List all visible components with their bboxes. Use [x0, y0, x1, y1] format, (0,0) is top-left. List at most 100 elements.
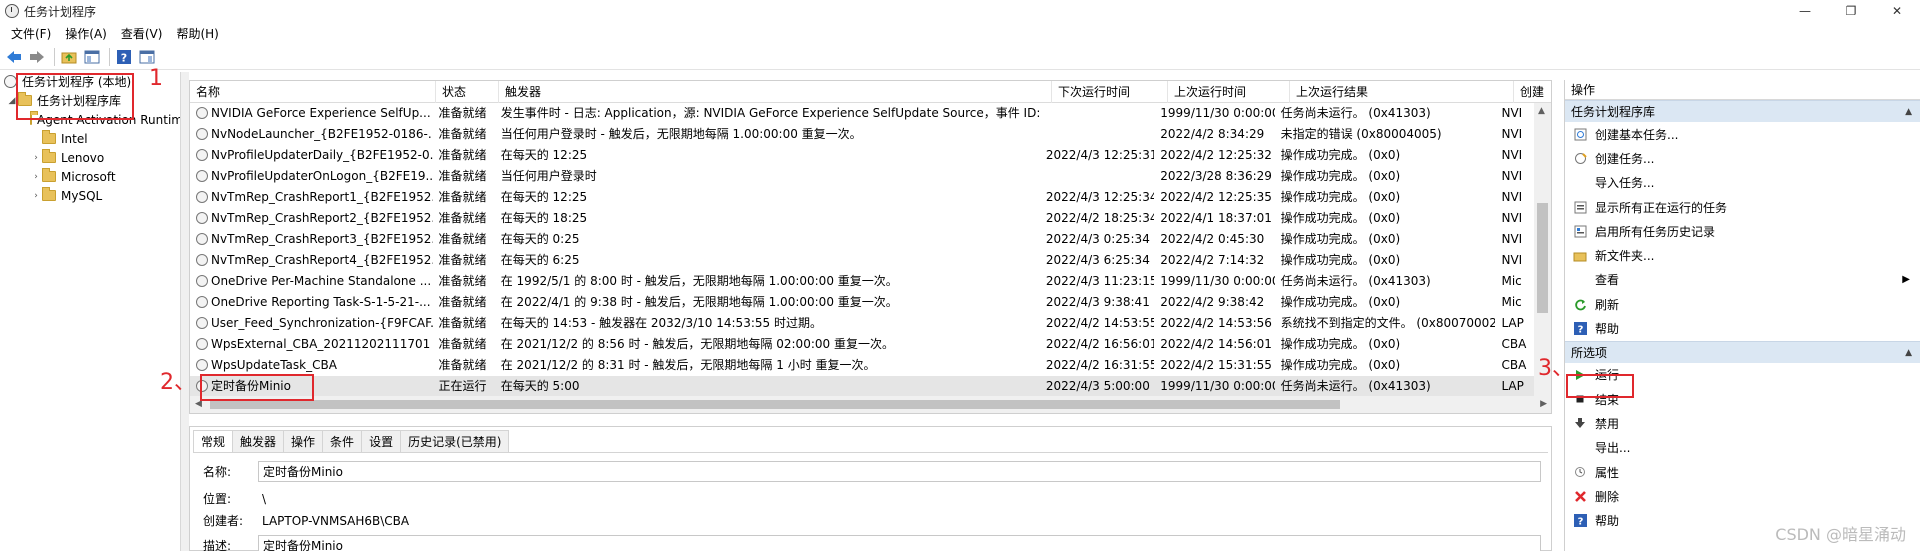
action-help[interactable]: ? 帮助: [1565, 316, 1920, 340]
chevron-right-icon[interactable]: ›: [30, 191, 42, 201]
cell-trigger: 在每天的 6:25: [500, 253, 580, 267]
table-row[interactable]: NvTmRep_CrashReport3_{B2FE1952... 准备就绪 在每天…: [190, 229, 1534, 250]
properties-icon: [1573, 465, 1587, 479]
show-hide-action-pane-icon[interactable]: [137, 47, 157, 67]
cell-name: User_Feed_Synchronization-{F9FCAF...: [190, 313, 433, 334]
action-delete[interactable]: 删除: [1565, 484, 1920, 508]
tab-triggers[interactable]: 触发器: [232, 430, 285, 452]
cell-last-run: 2022/4/2 8:34:29: [1160, 127, 1265, 141]
refresh-icon: [1573, 297, 1587, 311]
submenu-arrow-icon: ▶: [1902, 274, 1910, 286]
chevron-up-icon[interactable]: ▲: [1905, 101, 1912, 123]
cell-status: 正在运行: [438, 379, 487, 393]
chevron-right-icon[interactable]: ›: [30, 172, 42, 182]
tree-item-folder[interactable]: › MySQL: [0, 186, 180, 205]
menu-view[interactable]: 查看(V): [114, 25, 170, 42]
name-field[interactable]: 定时备份Minio: [258, 461, 1541, 482]
action-end[interactable]: 结束: [1565, 387, 1920, 411]
show-hide-tree-icon[interactable]: [82, 47, 102, 67]
horizontal-scrollbar[interactable]: ◀ ▶: [190, 396, 1551, 413]
action-import-task[interactable]: 导入任务...: [1565, 171, 1920, 195]
table-row[interactable]: NvTmRep_CrashReport1_{B2FE1952... 准备就绪 在每天…: [190, 187, 1534, 208]
column-header-status[interactable]: 状态: [436, 81, 499, 103]
table-row[interactable]: 定时备份Minio 正在运行 在每天的 5:00 2022/4/3 5:00:00 19…: [190, 376, 1534, 397]
title-bar: 任务计划程序 — ❐ ✕: [0, 0, 1920, 22]
tree-item-folder[interactable]: Agent Activation Runtime: [0, 110, 180, 129]
column-header-next-run[interactable]: 下次运行时间: [1052, 81, 1168, 103]
minimize-button[interactable]: —: [1782, 0, 1828, 22]
action-properties[interactable]: 属性: [1565, 460, 1920, 484]
scroll-thumb[interactable]: [210, 400, 1340, 409]
table-row[interactable]: WpsExternal_CBA_20211202111701 准备就绪在 2021…: [190, 334, 1534, 355]
cell-last-result: 操作成功完成。 (0x0): [1280, 295, 1401, 309]
chevron-down-icon[interactable]: ◢: [6, 96, 18, 106]
tree-item-folder[interactable]: › Microsoft: [0, 167, 180, 186]
tab-general[interactable]: 常规: [193, 430, 234, 452]
create-task-icon: [1573, 151, 1587, 165]
tab-actions[interactable]: 操作: [283, 430, 324, 452]
action-refresh[interactable]: 刷新: [1565, 292, 1920, 316]
cell-last-result: 任务尚未运行。 (0x41303): [1280, 106, 1431, 120]
cell-next-run: 2022/4/2 16:31:55: [1045, 358, 1155, 372]
menu-file[interactable]: 文件(F): [4, 25, 58, 42]
tree-item-library[interactable]: ◢ 任务计划程序库: [0, 91, 180, 110]
menu-action[interactable]: 操作(A): [58, 25, 114, 42]
action-export[interactable]: 导出...: [1565, 436, 1920, 460]
task-clock-icon: [196, 358, 208, 371]
close-button[interactable]: ✕: [1874, 0, 1920, 22]
table-row[interactable]: NvProfileUpdaterOnLogon_{B2FE19... 准备就绪 当任…: [190, 166, 1534, 187]
column-header-trigger[interactable]: 触发器: [499, 81, 1052, 103]
scroll-left-icon[interactable]: ◀: [195, 399, 202, 409]
splitter[interactable]: [181, 72, 189, 551]
forward-arrow-icon[interactable]: [27, 47, 47, 67]
column-header-author[interactable]: 创建: [1514, 81, 1551, 103]
action-label: 新文件夹...: [1595, 249, 1655, 264]
tree-folder-label: Microsoft: [61, 169, 116, 184]
action-enable-history[interactable]: 启用所有任务历史记录: [1565, 219, 1920, 243]
tree-item-folder[interactable]: › Lenovo: [0, 148, 180, 167]
table-row[interactable]: NvNodeLauncher_{B2FE1952-0186-... 准备就绪 当任何…: [190, 124, 1534, 145]
cell-trigger: 当任何用户登录时 - 触发后，无限期地每隔 1.00:00:00 重复一次。: [500, 127, 862, 141]
tree-item-folder[interactable]: Intel: [0, 129, 180, 148]
action-show-running[interactable]: 显示所有正在运行的任务: [1565, 195, 1920, 219]
description-field[interactable]: 定时备份Minio: [258, 535, 1541, 551]
action-disable[interactable]: 禁用: [1565, 411, 1920, 435]
column-header-name[interactable]: 名称: [190, 81, 436, 103]
action-run[interactable]: 运行: [1565, 363, 1920, 387]
chevron-up-icon[interactable]: ▲: [1905, 342, 1912, 364]
tree-folder-label: MySQL: [61, 188, 103, 203]
table-row[interactable]: NVIDIA GeForce Experience SelfUp... 准备就绪发…: [190, 103, 1534, 124]
table-row[interactable]: NvTmRep_CrashReport2_{B2FE1952... 准备就绪 在每天…: [190, 208, 1534, 229]
table-row[interactable]: NvProfileUpdaterDaily_{B2FE1952-0... 准备就绪…: [190, 145, 1534, 166]
cell-status: 准备就绪: [438, 337, 487, 351]
task-name-text: NvProfileUpdaterOnLogon_{B2FE19...: [211, 169, 433, 183]
table-row[interactable]: User_Feed_Synchronization-{F9FCAF... 准备就绪…: [190, 313, 1534, 334]
table-row[interactable]: OneDrive Reporting Task-S-1-5-21-... 准备就绪…: [190, 292, 1534, 313]
actions-section-selected[interactable]: 所选项 ▲: [1565, 340, 1920, 364]
scroll-up-icon[interactable]: ▲: [1538, 106, 1545, 116]
action-view[interactable]: 查看 ▶: [1565, 268, 1920, 292]
menu-help[interactable]: 帮助(H): [169, 25, 225, 42]
name-label: 名称:: [203, 465, 232, 479]
scroll-thumb[interactable]: [1537, 203, 1548, 313]
maximize-button[interactable]: ❐: [1828, 0, 1874, 22]
scroll-right-icon[interactable]: ▶: [1540, 399, 1547, 409]
chevron-right-icon[interactable]: ›: [30, 153, 42, 163]
tab-settings[interactable]: 设置: [361, 430, 402, 452]
annotation-number-2: 2、: [160, 370, 196, 395]
tab-conditions[interactable]: 条件: [322, 430, 363, 452]
table-row[interactable]: OneDrive Per-Machine Standalone ... 准备就绪在…: [190, 271, 1534, 292]
back-arrow-icon[interactable]: [4, 47, 24, 67]
center-pane: 名称 状态 触发器 下次运行时间 上次运行时间 上次运行结果 创建 NVIDIA…: [189, 80, 1552, 551]
up-folder-icon[interactable]: [59, 47, 79, 67]
column-header-last-run[interactable]: 上次运行时间: [1168, 81, 1290, 103]
table-row[interactable]: NvTmRep_CrashReport4_{B2FE1952... 准备就绪 在每天…: [190, 250, 1534, 271]
column-header-last-result[interactable]: 上次运行结果: [1290, 81, 1514, 103]
actions-section-library[interactable]: 任务计划程序库 ▲: [1565, 100, 1920, 122]
tab-history[interactable]: 历史记录(已禁用): [400, 430, 510, 452]
action-new-folder[interactable]: 新文件夹...: [1565, 243, 1920, 267]
action-create-basic-task[interactable]: 创建基本任务...: [1565, 122, 1920, 146]
help-icon[interactable]: ?: [114, 47, 134, 67]
action-create-task[interactable]: 创建任务...: [1565, 146, 1920, 170]
table-row[interactable]: WpsUpdateTask_CBA 准备就绪在 2021/12/2 的 8:31 …: [190, 355, 1534, 376]
